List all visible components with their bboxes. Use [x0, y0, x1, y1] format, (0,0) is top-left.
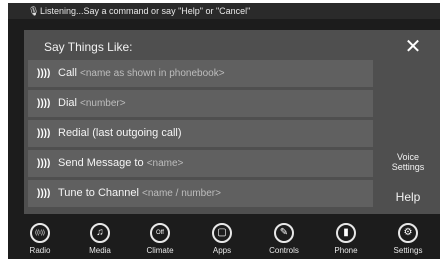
- phone-signal-icon: ▮: [336, 223, 356, 243]
- command-item-dial[interactable]: )))) Dial <number>: [28, 90, 373, 117]
- nav-label: Climate: [146, 246, 174, 255]
- bottom-nav-bar: ((ı)) Radio ♫ Media Off Climate ▢ Apps ✎…: [8, 221, 440, 259]
- speak-icon: )))): [37, 128, 51, 139]
- command-hint: <number>: [80, 98, 126, 109]
- nav-climate[interactable]: Off Climate: [132, 221, 188, 259]
- nav-label: Settings: [393, 246, 423, 255]
- voice-command-screen: 🎙 Listening...Say a command or say "Help…: [8, 3, 440, 259]
- speak-icon: )))): [37, 158, 51, 169]
- nav-label: Phone: [334, 246, 358, 255]
- command-hint: <name>: [146, 158, 184, 169]
- command-item-call[interactable]: )))) Call <name as shown in phonebook>: [28, 60, 373, 87]
- speak-icon: )))): [37, 68, 51, 79]
- nav-settings[interactable]: ⚙ Settings: [380, 221, 436, 259]
- climate-off-icon: Off: [150, 223, 170, 243]
- close-button[interactable]: ✕: [402, 36, 424, 58]
- nav-media[interactable]: ♫ Media: [72, 221, 128, 259]
- nav-radio[interactable]: ((ı)) Radio: [12, 221, 68, 259]
- nav-phone[interactable]: ▮ Phone: [318, 221, 374, 259]
- command-item-redial[interactable]: )))) Redial (last outgoing call): [28, 120, 373, 147]
- apps-icon: ▢: [212, 223, 232, 243]
- nav-label: Radio: [29, 246, 51, 255]
- nav-label: Media: [89, 246, 111, 255]
- command-item-send-message[interactable]: )))) Send Message to <name>: [28, 150, 373, 177]
- gear-icon: ⚙: [398, 223, 418, 243]
- voice-help-panel: Say Things Like: ✕ )))) Call <name as sh…: [24, 30, 440, 214]
- command-text: Call <name as shown in phonebook>: [58, 67, 225, 79]
- music-note-icon: ♫: [90, 223, 110, 243]
- status-bar: 🎙 Listening...Say a command or say "Help…: [8, 3, 440, 19]
- command-hint: <name / number>: [142, 188, 221, 199]
- voice-settings-label-line1: Voice: [396, 152, 420, 162]
- command-item-tune-channel[interactable]: )))) Tune to Channel <name / number>: [28, 180, 373, 207]
- command-list: )))) Call <name as shown in phonebook> )…: [28, 60, 373, 210]
- nav-label: Controls: [269, 246, 299, 255]
- wrench-icon: ✎: [274, 223, 294, 243]
- nav-controls[interactable]: ✎ Controls: [256, 221, 312, 259]
- speak-icon: )))): [37, 188, 51, 199]
- panel-title: Say Things Like:: [44, 40, 133, 54]
- command-text: Dial <number>: [58, 97, 126, 109]
- mic-icon: 🎙: [28, 6, 40, 16]
- voice-settings-button[interactable]: Voice Settings: [380, 152, 436, 172]
- help-button[interactable]: Help: [380, 190, 436, 204]
- command-text: Tune to Channel <name / number>: [58, 187, 221, 199]
- voice-settings-label-line2: Settings: [391, 162, 425, 172]
- listening-status: Listening...Say a command or say "Help" …: [40, 6, 251, 16]
- radio-icon: ((ı)): [30, 223, 50, 243]
- command-text: Send Message to <name>: [58, 157, 184, 169]
- nav-label: Apps: [212, 246, 232, 255]
- command-hint: <name as shown in phonebook>: [80, 68, 225, 79]
- speak-icon: )))): [37, 98, 51, 109]
- command-text: Redial (last outgoing call): [58, 127, 182, 139]
- nav-apps[interactable]: ▢ Apps: [194, 221, 250, 259]
